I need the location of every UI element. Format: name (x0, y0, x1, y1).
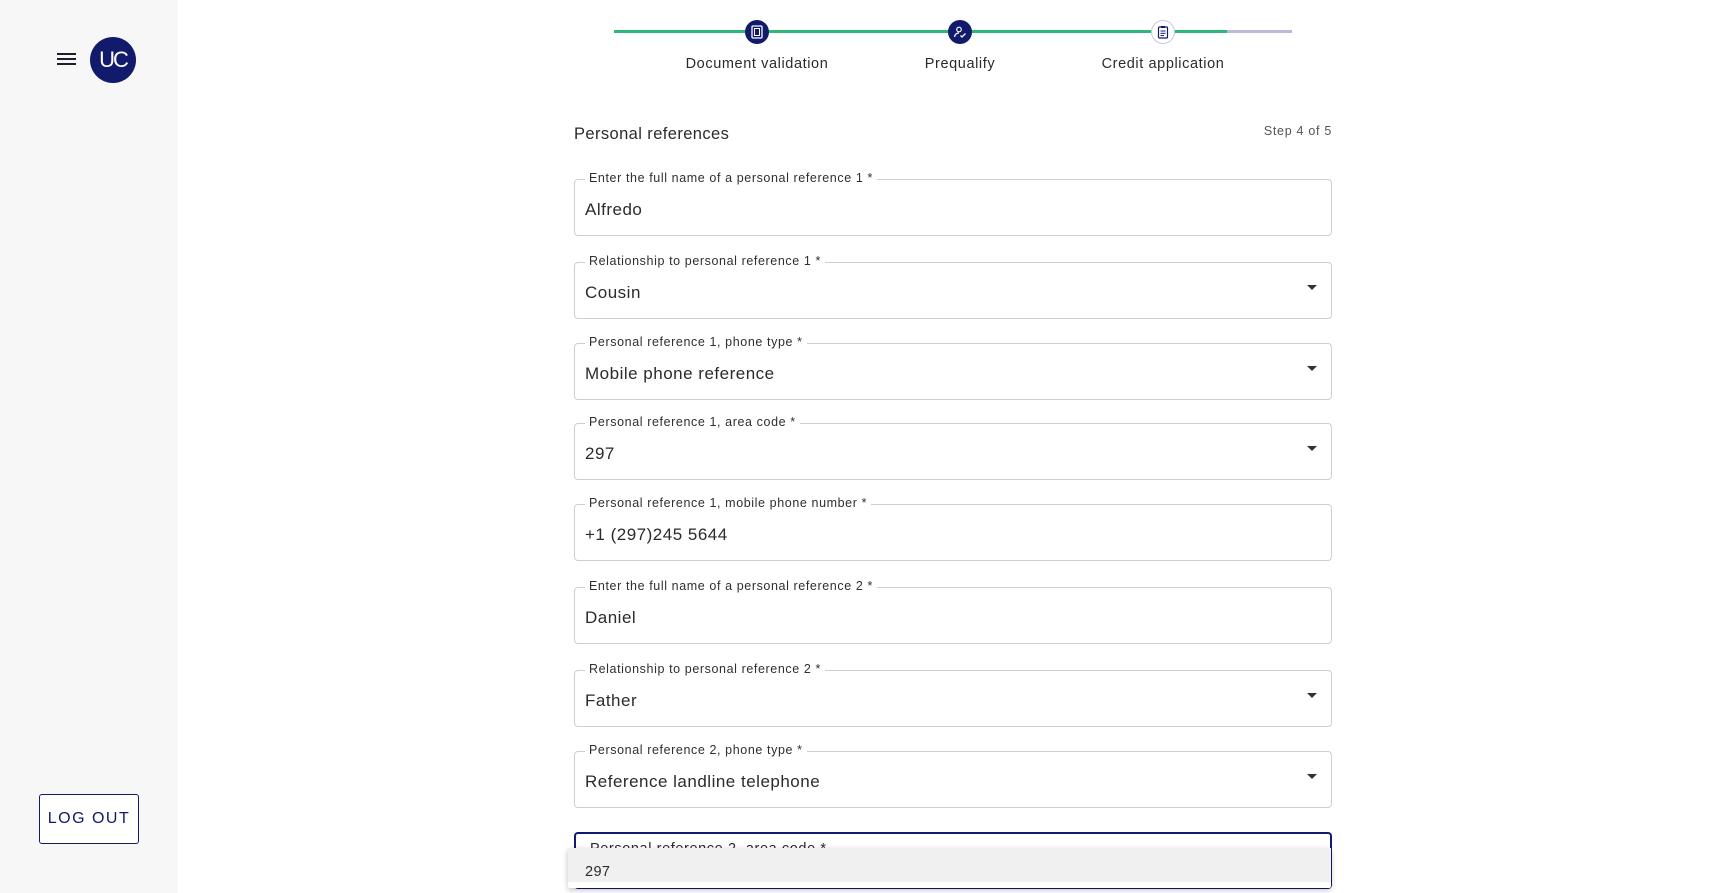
area-code-dropdown-menu: 297 (568, 848, 1331, 888)
step-indicator: Step 4 of 5 (1263, 124, 1332, 138)
sidebar: UC LOG OUT (0, 0, 178, 893)
stepper-line-completed (614, 30, 822, 33)
dropdown-arrow-icon[interactable] (1307, 285, 1317, 290)
step-label-credit-application: Credit application (1101, 56, 1225, 72)
document-validation-icon (745, 20, 769, 44)
field-label: Personal reference 2, phone type * (585, 743, 807, 757)
stepper-line-completed (1024, 30, 1227, 33)
field-label: Personal reference 1, mobile phone numbe… (585, 496, 872, 510)
dropdown-arrow-icon[interactable] (1307, 366, 1317, 371)
field-value: Daniel (585, 608, 637, 627)
field-label: Enter the full name of a personal refere… (585, 171, 877, 185)
reference-1-relationship-select[interactable]: Relationship to personal reference 1 * C… (574, 254, 1332, 319)
user-avatar[interactable]: UC (90, 37, 136, 83)
dropdown-option[interactable]: 297 (568, 848, 1331, 882)
step-label-prequalify: Prequalify (924, 56, 996, 72)
stepper-line-completed (822, 30, 1024, 33)
field-value: +1 (297)245 5644 (585, 525, 728, 544)
field-label: Personal reference 1, phone type * (585, 335, 807, 349)
field-label: Enter the full name of a personal refere… (585, 579, 877, 593)
field-label: Relationship to personal reference 1 * (585, 254, 825, 268)
section-title: Personal references (574, 125, 730, 143)
reference-1-phone-type-select[interactable]: Personal reference 1, phone type * Mobil… (574, 335, 1332, 400)
reference-2-name-field[interactable]: Enter the full name of a personal refere… (574, 579, 1332, 644)
progress-stepper: Document validation Prequalify Credit ap… (614, 14, 1292, 74)
dropdown-arrow-icon[interactable] (1307, 774, 1317, 779)
reference-1-area-code-select[interactable]: Personal reference 1, area code * 297 (574, 415, 1332, 480)
field-value: Mobile phone reference (585, 364, 775, 383)
field-label: Personal reference 1, area code * (585, 415, 800, 429)
field-value: 297 (585, 444, 615, 463)
reference-1-mobile-number-field[interactable]: Personal reference 1, mobile phone numbe… (574, 496, 1332, 561)
step-label-document-validation: Document validation (685, 56, 829, 72)
reference-2-phone-type-select[interactable]: Personal reference 2, phone type * Refer… (574, 743, 1332, 808)
reference-2-relationship-select[interactable]: Relationship to personal reference 2 * F… (574, 662, 1332, 727)
dropdown-arrow-icon[interactable] (1307, 446, 1317, 451)
hamburger-menu-icon[interactable] (54, 46, 80, 72)
field-value: Reference landline telephone (585, 772, 821, 791)
logout-button[interactable]: LOG OUT (39, 794, 139, 844)
field-value: Cousin (585, 283, 641, 302)
field-value: Alfredo (585, 200, 643, 219)
field-value: Father (585, 691, 638, 710)
field-label: Relationship to personal reference 2 * (585, 662, 825, 676)
prequalify-icon (948, 20, 972, 44)
credit-application-icon (1151, 20, 1175, 44)
stepper-line-pending (1227, 30, 1292, 33)
dropdown-arrow-icon[interactable] (1307, 693, 1317, 698)
reference-1-name-field[interactable]: Enter the full name of a personal refere… (574, 171, 1332, 236)
